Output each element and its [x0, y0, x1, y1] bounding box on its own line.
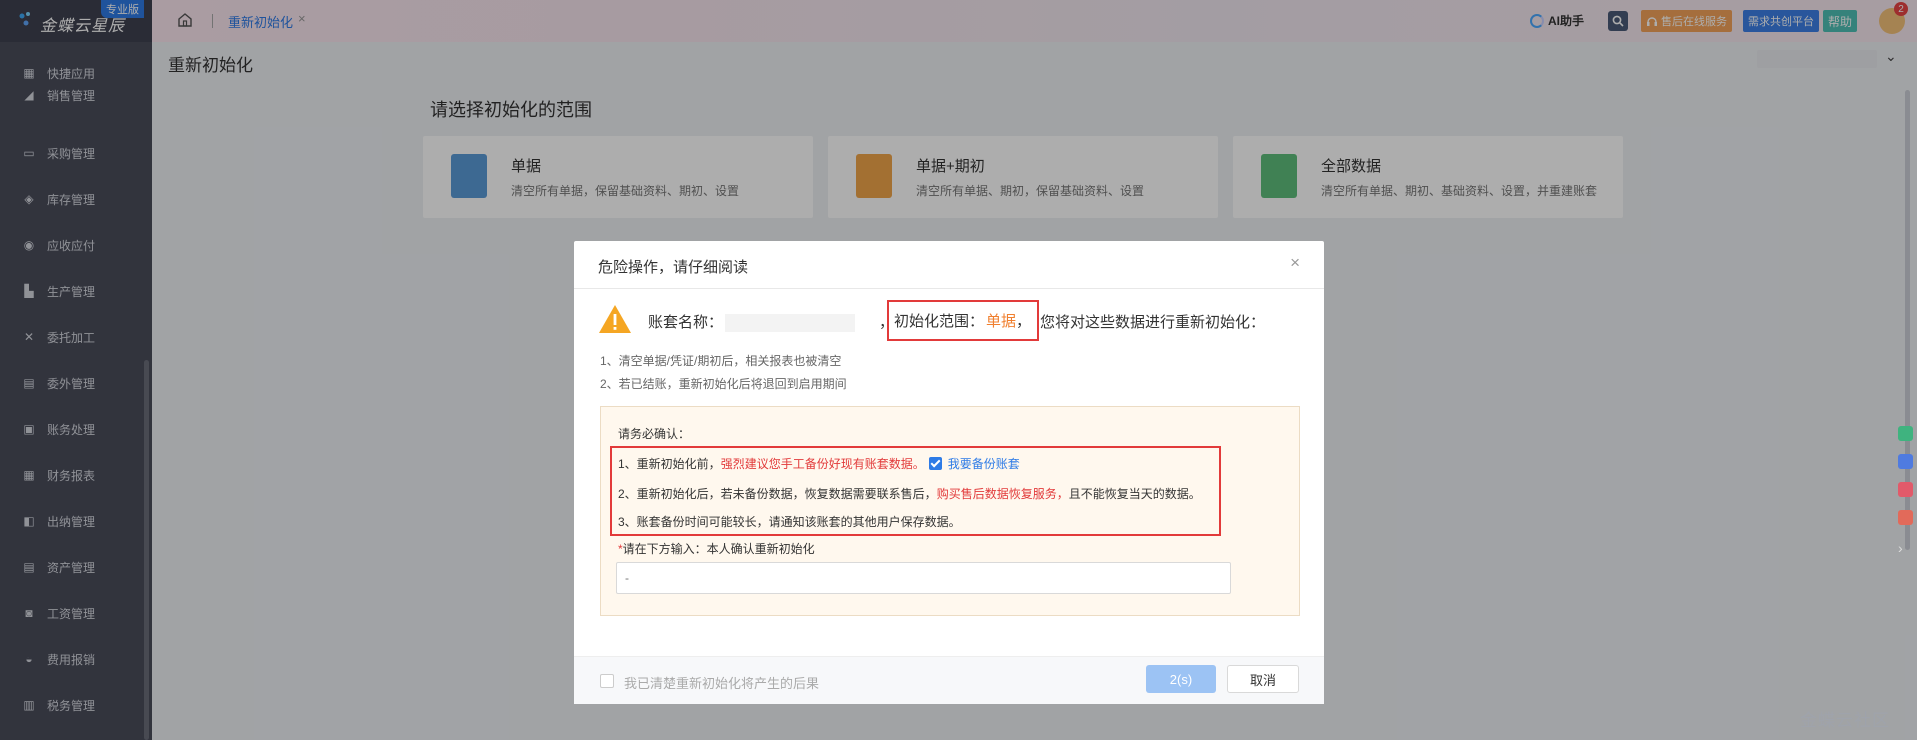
item1-prefix: 1、重新初始化前， — [618, 457, 721, 471]
danger-dialog: 危险操作，请仔细阅读 × 账套名称： ， 初始化范围： 单据 ， 您将对这些数据… — [574, 241, 1324, 704]
app-icon[interactable] — [1898, 510, 1913, 525]
confirm-item-3: 3、账套备份时间可能较长，请通知该账套的其他用户保存数据。 — [618, 515, 961, 529]
warning-icon — [599, 305, 631, 333]
page-scrollbar[interactable] — [1905, 90, 1910, 550]
chat-icon[interactable] — [1898, 454, 1913, 469]
phone-icon[interactable] — [1898, 482, 1913, 497]
confirm-item-2: 2、重新初始化后，若未备份数据，恢复数据需要联系售后，购买售后数据恢复服务，且不… — [618, 485, 1201, 502]
acknowledge-label[interactable]: 我已清楚重新初始化将产生的后果 — [624, 673, 819, 692]
dialog-footer: 我已清楚重新初始化将产生的后果 2(s) 取消 — [574, 656, 1324, 704]
item1-warning: 强烈建议您手工备份好现有账套数据。 — [720, 457, 925, 471]
backup-checkbox[interactable] — [928, 457, 942, 470]
watermark: 金蝶云社区 — [1800, 711, 1890, 730]
dialog-title: 危险操作，请仔细阅读 — [598, 259, 749, 276]
item2-suffix: 且不能恢复当天的数据。 — [1068, 487, 1201, 501]
warning-tail: 您将对这些数据进行重新初始化： — [1040, 314, 1266, 331]
chevron-right-icon[interactable]: › — [1898, 540, 1913, 556]
range-label: 初始化范围： — [894, 313, 985, 330]
dialog-header: 危险操作，请仔细阅读 × — [574, 241, 1324, 289]
confirm-text-input[interactable] — [616, 562, 1231, 594]
question-icon[interactable] — [1898, 426, 1913, 441]
account-name-value — [725, 314, 855, 332]
confirm-panel: 请务必确认： 1、重新初始化前，强烈建议您手工备份好现有账套数据。 我要备份账套 … — [600, 406, 1300, 616]
note-item: 2、若已结账，重新初始化后将退回到启用期间 — [600, 377, 847, 391]
note-item: 1、清空单据/凭证/期初后，相关报表也被清空 — [600, 354, 842, 368]
range-value: 单据 — [986, 313, 1017, 330]
input-label-text: 请在下方输入：本人确认重新初始化 — [622, 542, 815, 556]
acknowledge-checkbox[interactable] — [600, 674, 614, 688]
close-icon[interactable]: × — [1290, 253, 1300, 273]
item2-prefix: 2、重新初始化后，若未备份数据，恢复数据需要联系售后， — [618, 487, 937, 501]
backup-label[interactable]: 我要备份账套 — [948, 457, 1020, 471]
confirm-item-1: 1、重新初始化前，强烈建议您手工备份好现有账套数据。 我要备份账套 — [618, 455, 1020, 472]
confirm-button[interactable]: 2(s) — [1146, 665, 1216, 693]
init-range-highlight: 初始化范围： 单据 ， — [887, 300, 1039, 341]
range-suffix: ， — [1016, 313, 1032, 330]
item2-warning: 购买售后数据恢复服务， — [936, 487, 1069, 501]
account-label: 账套名称： — [648, 314, 724, 331]
confirm-title: 请务必确认： — [618, 427, 691, 441]
input-label: *请在下方输入：本人确认重新初始化 — [618, 540, 815, 557]
cancel-button[interactable]: 取消 — [1227, 665, 1299, 693]
